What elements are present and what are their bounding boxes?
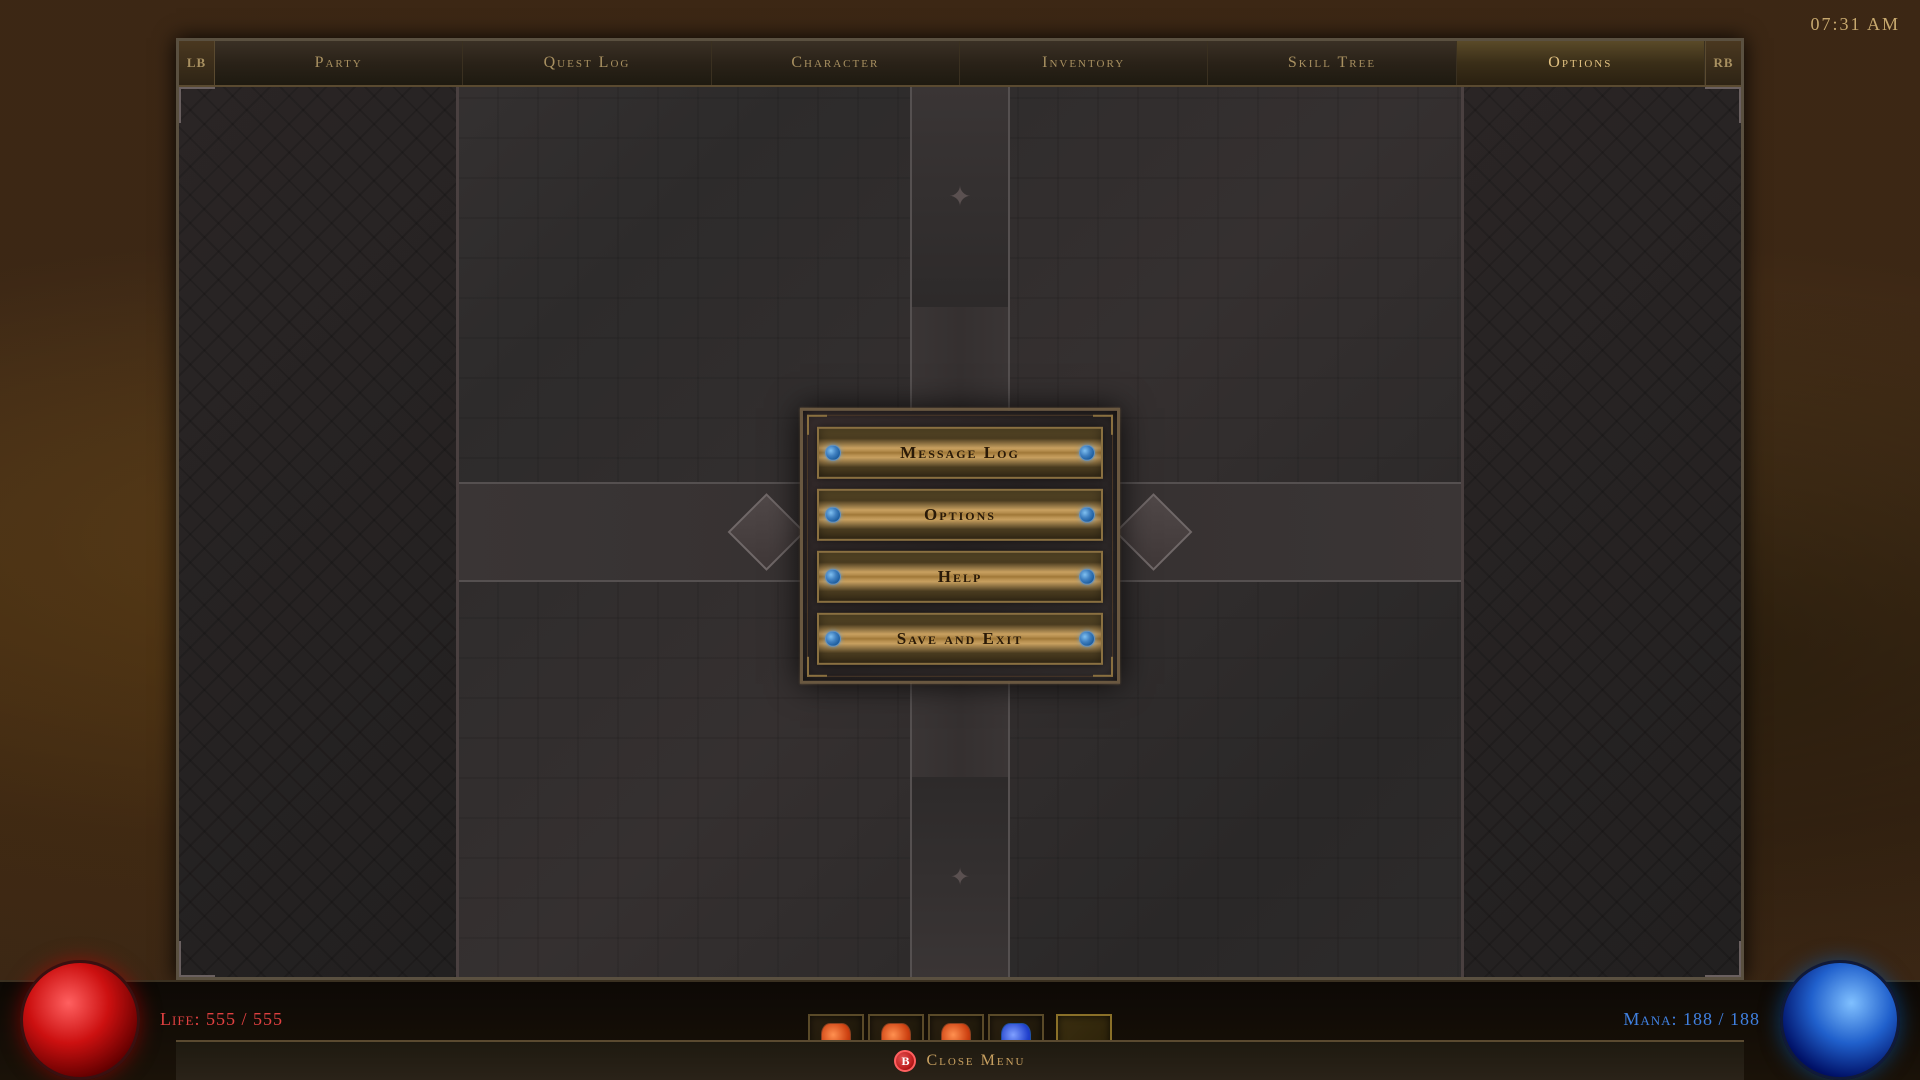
bottom-decoration [910, 777, 1010, 977]
gem-icon [1079, 631, 1095, 647]
tab-party[interactable]: Party [215, 41, 463, 85]
corner-ornament-bl [179, 941, 215, 977]
options-dialog: Message Log Options [800, 408, 1120, 684]
bottom-bar: B Close Menu [176, 1040, 1744, 1080]
gem-icon [1079, 507, 1095, 523]
gem-icon [825, 507, 841, 523]
gem-left-message-log [819, 427, 847, 479]
gem-left-save-exit [819, 613, 847, 665]
life-orb [20, 960, 140, 1080]
gem-left-options [819, 489, 847, 541]
gem-icon [1079, 445, 1095, 461]
save-exit-button[interactable]: Save and Exit [817, 613, 1103, 665]
b-button-icon[interactable]: B [894, 1050, 916, 1072]
corner-ornament-tl [179, 87, 215, 123]
options-button[interactable]: Options [817, 489, 1103, 541]
tab-rb[interactable]: RB [1705, 41, 1741, 85]
tab-bar: LB Party Quest Log Character Inventory S… [179, 41, 1741, 87]
main-panel: LB Party Quest Log Character Inventory S… [176, 38, 1744, 980]
gem-icon [825, 569, 841, 585]
save-exit-label: Save and Exit [847, 629, 1073, 649]
gem-left-help [819, 551, 847, 603]
gem-right-save-exit [1073, 613, 1101, 665]
gem-icon [825, 631, 841, 647]
side-panel-left [179, 87, 459, 977]
life-text: Life: 555 / 555 [160, 1009, 283, 1030]
dialog-frame: Message Log Options [800, 408, 1120, 684]
options-label: Options [847, 505, 1073, 525]
close-menu-label: Close Menu [926, 1052, 1025, 1070]
gem-right-message-log [1073, 427, 1101, 479]
tab-skill-tree[interactable]: Skill Tree [1208, 41, 1456, 85]
help-button[interactable]: Help [817, 551, 1103, 603]
tab-lb[interactable]: LB [179, 41, 215, 85]
clock: 07:31 AM [1810, 14, 1900, 35]
panel-content: Message Log Options [179, 87, 1741, 977]
help-label: Help [847, 567, 1073, 587]
tab-inventory[interactable]: Inventory [960, 41, 1208, 85]
tab-character[interactable]: Character [712, 41, 960, 85]
side-panel-right [1461, 87, 1741, 977]
mana-orb [1780, 960, 1900, 1080]
gem-icon [1079, 569, 1095, 585]
corner-ornament-br [1705, 941, 1741, 977]
message-log-button[interactable]: Message Log [817, 427, 1103, 479]
mana-text: Mana: 188 / 188 [1623, 1009, 1760, 1030]
gem-right-options [1073, 489, 1101, 541]
tab-quest-log[interactable]: Quest Log [463, 41, 711, 85]
gem-right-help [1073, 551, 1101, 603]
message-log-label: Message Log [847, 443, 1073, 463]
corner-ornament-tr [1705, 87, 1741, 123]
gem-icon [825, 445, 841, 461]
top-decoration [910, 87, 1010, 307]
tab-options[interactable]: Options [1457, 41, 1705, 85]
